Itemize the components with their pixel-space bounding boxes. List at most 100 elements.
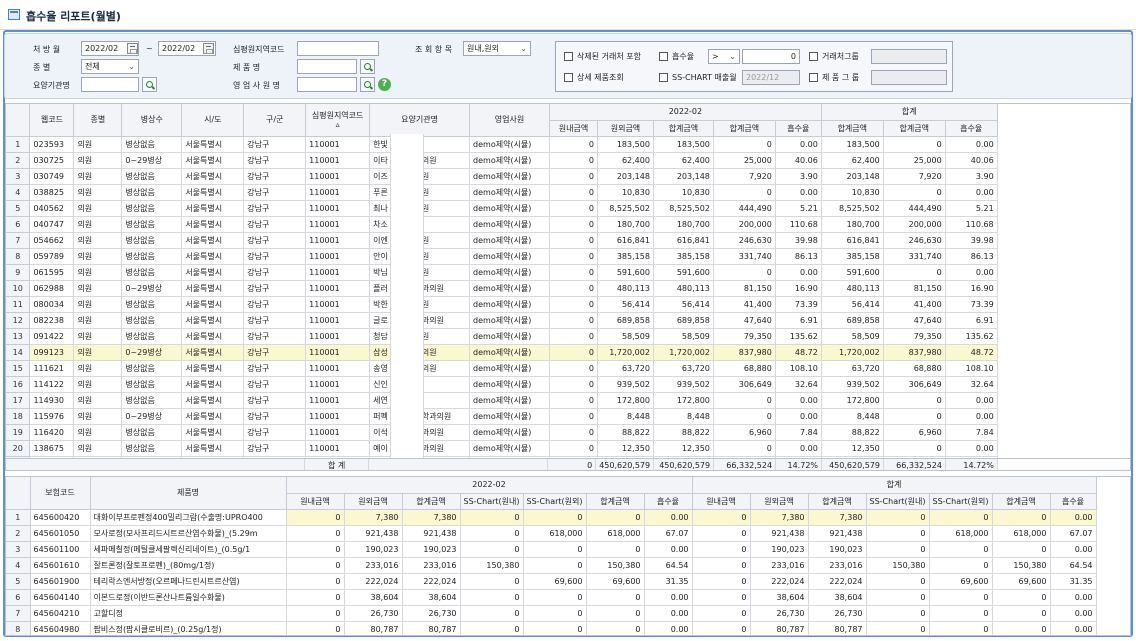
region-input[interactable] <box>297 41 379 56</box>
product-grid[interactable]: 보험코드 제품명 2022-02 합계 원내금액 원외금액 합계금액 SS-Ch… <box>5 476 1131 636</box>
client-group-checkbox[interactable] <box>809 52 818 61</box>
col-sum-rate[interactable]: 흡수율 <box>1050 493 1097 510</box>
col-beds[interactable]: 병상수 <box>121 104 183 137</box>
absorb-label: 흡수율 <box>672 52 695 61</box>
col-outside[interactable]: 원외금액 <box>597 120 654 137</box>
table-row[interactable]: 15 111621 의원 병상없음 서울특별시 강남구 110001 송영 의원 demo제약(시… <box>6 360 1130 377</box>
table-row[interactable]: 2 030725 의원 0~29병상 서울특별시 강남구 110001 이타 의원 demo제약(… <box>6 152 1130 169</box>
agency-input[interactable] <box>81 77 139 92</box>
table-row[interactable]: 13 091422 의원 병상없음 서울특별시 강남구 110001 청담 원 demo제약(시뮬… <box>6 328 1130 345</box>
cell-inside: 0 <box>286 541 345 558</box>
operator-select[interactable]: > ⌄ <box>708 49 740 64</box>
table-row[interactable]: 5 645601900 테리락스엔서방정(오르페나드린시트르산염) 0 222,024 2… <box>6 573 1097 590</box>
col-region[interactable]: 심평원지역코드 ▵ <box>305 104 371 137</box>
row-number: 1 <box>6 136 31 153</box>
sschart-checkbox[interactable] <box>659 73 668 82</box>
col-sum-ttl[interactable]: 합계금액 <box>883 120 946 137</box>
col-district[interactable]: 구/군 <box>243 104 307 137</box>
table-row[interactable]: 4 645601610 잘트론정(잘토프로펜)_(80mg/1정) 0 233,016 2… <box>6 557 1097 574</box>
table-row[interactable]: 10 062988 의원 0~29병상 서울특별시 강남구 110001 플러 과의원 demo제… <box>6 280 1130 297</box>
absorb-checkbox[interactable] <box>659 52 668 61</box>
deleted-checkbox[interactable] <box>564 52 573 61</box>
col-inside[interactable]: 원내금액 <box>549 120 598 137</box>
product-group-input[interactable] <box>871 70 947 85</box>
col-total[interactable]: 합계금액 <box>402 493 461 510</box>
col-code[interactable]: 웹코드 <box>29 104 75 137</box>
table-row[interactable]: 6 645604140 이본드로정(이반드론산나트륨일수화물) 0 38,604 38,6… <box>6 589 1097 606</box>
col-rate[interactable]: 흡수율 <box>644 493 693 510</box>
col-inside[interactable]: 원내금액 <box>286 493 345 510</box>
col-outside[interactable]: 원외금액 <box>344 493 403 510</box>
cell-outside: 233,016 <box>344 557 403 574</box>
table-row[interactable]: 3 645601100 세파메칠정(메틸클세팔렉신리네이트)_(0.5g/1 0 190… <box>6 541 1097 558</box>
table-row[interactable]: 8 645604980 팜비스정(팜시클로비르)_(0.25g/1정) 0 80,787… <box>6 621 1097 635</box>
table-row[interactable]: 7 645604210 고할디정 0 26,730 26,730 0 0 0 0.00 0 26,73… <box>6 605 1097 622</box>
col-kind[interactable]: 종별 <box>73 104 123 137</box>
row-blank <box>997 136 1130 152</box>
col-insurance-code[interactable]: 보험코드 <box>30 477 91 510</box>
client-group-input[interactable] <box>871 49 947 64</box>
col-ss-in[interactable]: SS-Chart(원내) <box>460 493 524 510</box>
table-row[interactable]: 9 061595 의원 병상없음 서울특별시 강남구 110001 박님 원 demo제약(시뮬)… <box>6 264 1130 281</box>
col-total[interactable]: 합계금액 <box>653 120 714 137</box>
calendar-icon[interactable] <box>203 43 214 54</box>
agency-grid[interactable]: 웹코드 종별 병상수 시/도 구/군 심평원지역코드 ▵ 요양기관명 영업사원 … <box>5 103 1131 471</box>
table-row[interactable]: 20 138675 의원 병상없음 서울특별시 강남구 110001 예이 과의원 demo제약(… <box>6 440 1130 457</box>
cell-sales: demo제약(시뮬) <box>469 376 550 393</box>
cell-sum-rate: 0.00 <box>945 408 998 425</box>
col-sum-total[interactable]: 합계금액 <box>808 493 867 510</box>
absorb-value-input[interactable]: 0 <box>742 49 800 64</box>
row-blank <box>997 184 1130 200</box>
table-row[interactable]: 6 040747 의원 병상없음 서울특별시 강남구 110001 차소 demo제약(시뮬) 0… <box>6 216 1130 233</box>
sales-input[interactable] <box>297 77 357 92</box>
col-sum-ss-out[interactable]: SS-Chart(원외) <box>929 493 993 510</box>
table-row[interactable]: 1 645600420 대화이부프로펜정400밀리그람(수출명:UPRO400 0 7,… <box>6 509 1097 526</box>
table-row[interactable]: 18 115976 의원 0~29병상 서울특별시 강남구 110001 퍼펙 학과의원 demo… <box>6 408 1130 425</box>
col-sum-outside[interactable]: 원외금액 <box>750 493 809 510</box>
table-row[interactable]: 3 030749 의원 병상없음 서울특별시 강남구 110001 이즈 원 demo제약(시뮬)… <box>6 168 1130 185</box>
col-ttl[interactable]: 합계금액 <box>586 493 645 510</box>
cell-inside: 0 <box>549 424 598 441</box>
table-row[interactable]: 16 114122 의원 병상없음 서울특별시 강남구 110001 신인 demo제약(시뮬)… <box>6 376 1130 393</box>
col-ss-out[interactable]: SS-Chart(원외) <box>523 493 587 510</box>
col-sum-rate[interactable]: 흡수율 <box>945 120 998 137</box>
table-row[interactable]: 12 082238 의원 병상없음 서울특별시 강남구 110001 글로 과의원 demo제약(… <box>6 312 1130 329</box>
table-row[interactable]: 14 099123 의원 0~29병상 서울특별시 강남구 110001 삼성 의원 demo제약… <box>6 344 1130 361</box>
search-icon[interactable] <box>142 77 157 92</box>
cell-beds: 병상없음 <box>121 376 183 393</box>
product-input[interactable] <box>297 59 357 74</box>
cell-kind: 의원 <box>73 200 123 217</box>
search-icon[interactable] <box>360 59 375 74</box>
col-rate[interactable]: 흡수율 <box>775 120 822 137</box>
col-sum-ttl[interactable]: 합계금액 <box>992 493 1051 510</box>
product-group-checkbox[interactable] <box>809 73 818 82</box>
col-sum-ss-in[interactable]: SS-Chart(원내) <box>866 493 930 510</box>
cell-beds: 병상없음 <box>121 232 183 249</box>
col-product-name[interactable]: 제품명 <box>90 477 287 510</box>
col-city[interactable]: 시/도 <box>181 104 245 137</box>
table-row[interactable]: 11 080034 의원 병상없음 서울특별시 강남구 110001 박한 원 demo제약(시뮬… <box>6 296 1130 313</box>
cell-rate: 39.98 <box>775 232 822 249</box>
sschart-month-input[interactable]: 2022/12 <box>742 70 800 85</box>
help-icon[interactable]: ? <box>378 78 391 91</box>
col-sum-total[interactable]: 합계금액 <box>821 120 884 137</box>
search-icon[interactable] <box>360 77 375 92</box>
table-row[interactable]: 8 059789 의원 병상없음 서울특별시 강남구 110001 안이 원 demo제약(시뮬)… <box>6 248 1130 265</box>
detail-checkbox[interactable] <box>564 73 573 82</box>
col-sales[interactable]: 영업사원 <box>469 104 550 137</box>
col-ttl[interactable]: 합계금액 <box>713 120 776 137</box>
table-row[interactable]: 7 054662 의원 병상없음 서울특별시 강남구 110001 이엔 원 demo제약(시뮬)… <box>6 232 1130 249</box>
type-select[interactable]: 전체 ⌄ <box>81 59 139 74</box>
view-select[interactable]: 원내,원외 ⌄ <box>463 41 531 56</box>
col-agency[interactable]: 요양기관명 <box>369 104 471 137</box>
table-row[interactable]: 17 114930 의원 병상없음 서울특별시 강남구 110001 세연 demo제약(시뮬)… <box>6 392 1130 409</box>
table-row[interactable]: 1 023593 의원 병상없음 서울특별시 강남구 110001 한빛 demo제약(시뮬) 0… <box>6 136 1130 153</box>
table-row[interactable]: 5 040562 의원 병상없음 서울특별시 강남구 110001 최나 원 demo제약(시뮬)… <box>6 200 1130 217</box>
table-row[interactable]: 2 645601050 모사로정(모사프리드시트르산염수화물)_(5.29m 0 921… <box>6 525 1097 542</box>
cell-city: 서울특별시 <box>181 344 245 361</box>
cell-rate: 0.00 <box>775 440 822 457</box>
calendar-icon[interactable] <box>127 43 138 54</box>
col-sum-inside[interactable]: 원내금액 <box>692 493 751 510</box>
table-row[interactable]: 19 116420 의원 병상없음 서울특별시 강남구 110001 이석 과의원 demo제약(… <box>6 424 1130 441</box>
table-row[interactable]: 4 038825 의원 병상없음 서울특별시 강남구 110001 푸른 원 demo제약(시뮬)… <box>6 184 1130 201</box>
